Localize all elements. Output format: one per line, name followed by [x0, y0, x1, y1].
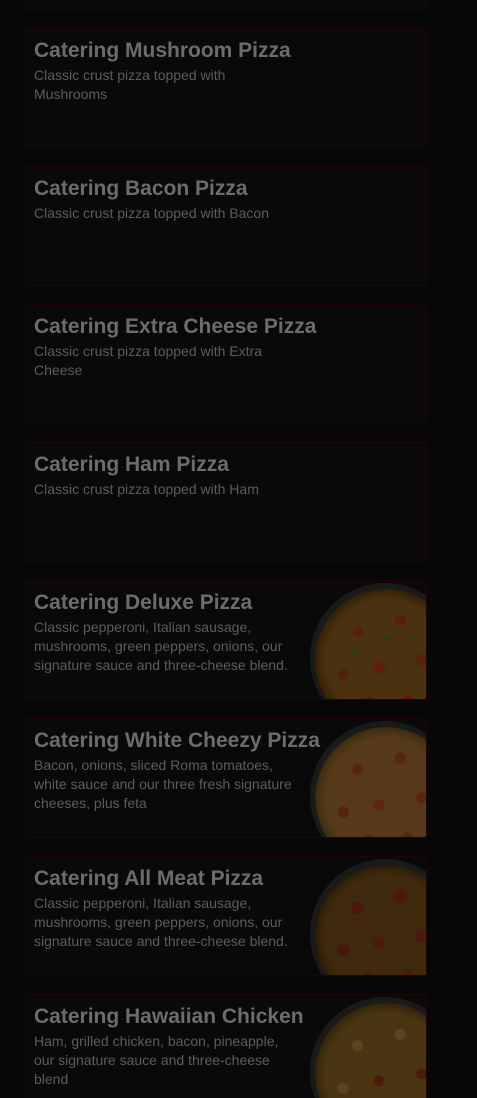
deluxe-pizza-photo: [306, 581, 426, 699]
white-cheezy-pizza-photo: [306, 719, 426, 837]
menu-item-card-ham[interactable]: Catering Ham Pizza Classic crust pizza t…: [25, 442, 427, 562]
menu-item-card-white-cheezy[interactable]: Catering White Cheezy Pizza Bacon, onion…: [25, 718, 427, 838]
menu-item-description: Classic crust pizza topped with Ham: [34, 481, 259, 497]
menu-item-description: Classic crust pizza topped with Mushroom…: [34, 67, 226, 102]
all-meat-pizza-photo: [306, 857, 426, 975]
menu-item-title: Catering Bacon Pizza: [34, 177, 248, 200]
menu-item-card-mushroom[interactable]: Catering Mushroom Pizza Classic crust pi…: [25, 28, 427, 148]
menu-item-description: Classic pepperoni, Italian sausage, mush…: [34, 895, 288, 949]
menu-item-card-all-meat[interactable]: Catering All Meat Pizza Classic pepperon…: [25, 856, 427, 976]
menu-item-description: Classic pepperoni, Italian sausage, mush…: [34, 619, 288, 673]
menu-item-description: Classic crust pizza topped with Extra Ch…: [34, 343, 262, 378]
menu-item-title: Catering Ham Pizza: [34, 453, 229, 476]
menu-item-title: Catering Hawaiian Chicken: [34, 1005, 304, 1028]
menu-item-card-hawaiian-chicken[interactable]: Catering Hawaiian Chicken Ham, grilled c…: [25, 994, 427, 1098]
menu-item-description: Ham, grilled chicken, bacon, pineapple, …: [34, 1033, 279, 1087]
menu-item-card-bacon[interactable]: Catering Bacon Pizza Classic crust pizza…: [25, 166, 427, 286]
menu-item-card-partial[interactable]: [25, 0, 427, 10]
menu-item-description: Bacon, onions, sliced Roma tomatoes, whi…: [34, 757, 292, 811]
menu-item-title: Catering White Cheezy Pizza: [34, 729, 320, 752]
menu-item-title: Catering All Meat Pizza: [34, 867, 264, 890]
menu-item-list: Catering Mushroom Pizza Classic crust pi…: [0, 0, 477, 1098]
menu-item-title: Catering Mushroom Pizza: [34, 39, 291, 62]
menu-item-card-extra-cheese[interactable]: Catering Extra Cheese Pizza Classic crus…: [25, 304, 427, 424]
hawaiian-chicken-pizza-photo: [306, 995, 426, 1098]
menu-item-title: Catering Deluxe Pizza: [34, 591, 253, 614]
menu-item-title: Catering Extra Cheese Pizza: [34, 315, 317, 338]
menu-item-description: Classic crust pizza topped with Bacon: [34, 205, 269, 221]
menu-item-card-deluxe[interactable]: Catering Deluxe Pizza Classic pepperoni,…: [25, 580, 427, 700]
